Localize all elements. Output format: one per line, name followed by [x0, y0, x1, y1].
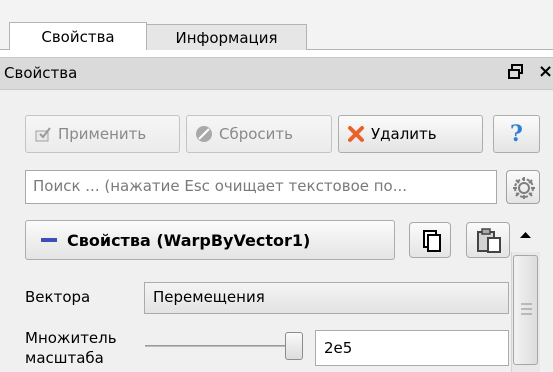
- copy-button[interactable]: [409, 222, 451, 258]
- chevron-up-icon: [520, 232, 531, 238]
- paste-icon: [477, 228, 501, 253]
- properties-section-label: Свойства (WarpByVector1): [67, 230, 311, 250]
- properties-section-toggle[interactable]: Свойства (WarpByVector1): [25, 220, 395, 260]
- tab-information-label: Информация: [175, 28, 278, 47]
- scale-factor-label: Множитель масштаба: [25, 328, 117, 368]
- float-window-icon[interactable]: [507, 63, 525, 81]
- scale-slider-groove[interactable]: [145, 345, 300, 347]
- vectors-select[interactable]: Перемещения: [144, 282, 509, 314]
- vectors-label: Вектора: [25, 288, 91, 306]
- delete-button[interactable]: Удалить: [338, 115, 483, 153]
- dock-title-bar: [0, 57, 553, 90]
- advanced-settings-button[interactable]: [506, 170, 540, 204]
- delete-x-icon: [347, 125, 365, 143]
- apply-label: Применить: [58, 125, 147, 143]
- scale-factor-input[interactable]: 2e5: [315, 330, 509, 366]
- delete-label: Удалить: [371, 125, 437, 143]
- close-icon[interactable]: ×: [538, 61, 553, 82]
- paste-button[interactable]: [466, 222, 510, 258]
- tab-properties-label: Свойства: [41, 27, 115, 46]
- gear-icon: [513, 177, 535, 199]
- scale-factor-value: 2e5: [324, 339, 353, 357]
- copy-icon: [423, 230, 441, 252]
- reset-button[interactable]: Сбросить: [186, 115, 332, 153]
- reset-label: Сбросить: [219, 125, 293, 143]
- scroll-up-button[interactable]: [511, 218, 540, 252]
- apply-button[interactable]: Применить: [25, 115, 180, 153]
- reset-icon: [195, 125, 213, 143]
- scale-slider-handle[interactable]: [285, 332, 303, 360]
- help-icon: ?: [510, 121, 523, 147]
- help-button[interactable]: ?: [493, 115, 540, 153]
- apply-icon: [34, 125, 52, 143]
- dock-title: Свойства: [4, 64, 78, 82]
- scrollbar-thumb[interactable]: [513, 255, 538, 365]
- tab-information[interactable]: Информация: [146, 24, 307, 50]
- scale-factor-label-line2: масштаба: [25, 349, 104, 367]
- search-placeholder: Поиск ... (нажатие Esc очищает текстовое…: [33, 177, 408, 195]
- scale-factor-label-line1: Множитель: [25, 329, 117, 347]
- grip-icon: [521, 303, 532, 315]
- collapse-icon: [41, 238, 57, 242]
- vectors-select-value: Перемещения: [153, 288, 265, 306]
- tab-properties[interactable]: Свойства: [9, 22, 147, 50]
- search-input[interactable]: Поиск ... (нажатие Esc очищает текстовое…: [25, 170, 497, 204]
